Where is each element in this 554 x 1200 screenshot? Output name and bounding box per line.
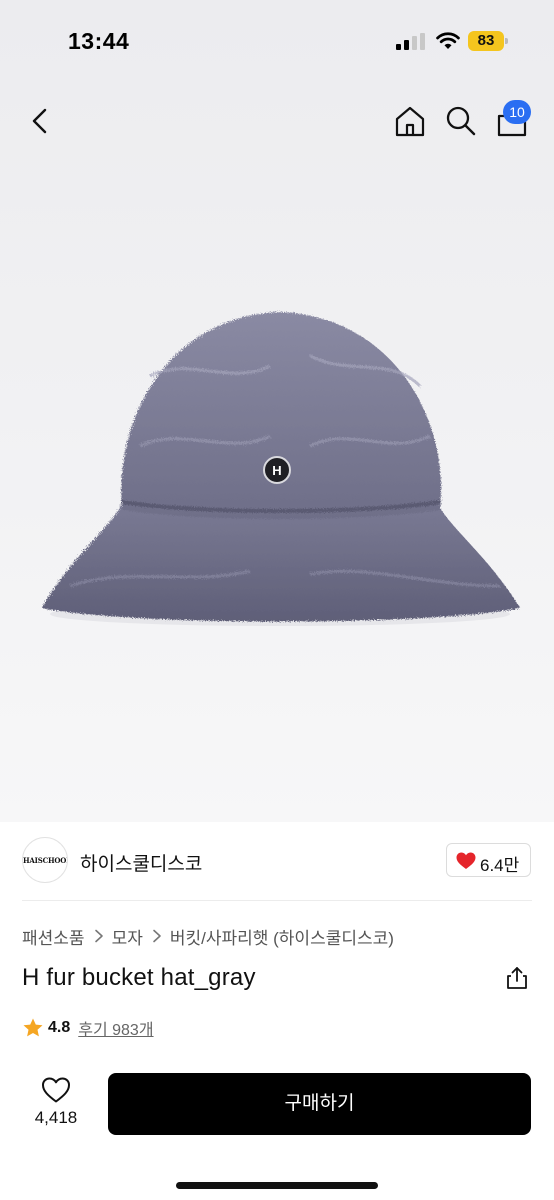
shop-like-count: 6.4만 bbox=[480, 856, 520, 875]
breadcrumb-item[interactable]: 모자 bbox=[112, 924, 143, 949]
chevron-right-icon bbox=[94, 929, 103, 943]
divider bbox=[22, 900, 532, 901]
chevron-left-icon[interactable] bbox=[26, 104, 56, 138]
breadcrumb-item[interactable]: 패션소품 bbox=[22, 924, 85, 949]
reviews-link[interactable]: 후기 983개 bbox=[78, 1016, 153, 1040]
home-icon[interactable] bbox=[392, 104, 428, 138]
shop-name[interactable]: 하이스쿨디스코 bbox=[80, 849, 202, 876]
product-image[interactable]: H bbox=[30, 296, 530, 636]
breadcrumb-item[interactable]: 버킷/사파리햇 (하이스쿨디스코) bbox=[170, 924, 394, 949]
heart-filled-icon bbox=[456, 852, 476, 869]
product-hero: 13:44 83 10 H bbox=[0, 0, 554, 822]
star-icon bbox=[23, 1018, 43, 1037]
wifi-icon bbox=[436, 32, 460, 49]
top-nav bbox=[0, 96, 554, 146]
breadcrumb: 패션소품 모자 버킷/사파리햇 (하이스쿨디스코) bbox=[22, 924, 394, 949]
status-bar: 13:44 83 bbox=[0, 0, 554, 84]
rating-row: 4.8 후기 983개 bbox=[22, 1016, 154, 1040]
hat-logo: H bbox=[272, 463, 281, 478]
search-icon[interactable] bbox=[444, 104, 478, 138]
signal-icon bbox=[396, 33, 425, 50]
cart-badge: 10 bbox=[503, 100, 531, 124]
wishlist-button[interactable]: 4,418 bbox=[26, 1074, 86, 1134]
heart-outline-icon bbox=[42, 1077, 70, 1103]
buy-button[interactable]: 구매하기 bbox=[108, 1073, 531, 1135]
battery-icon: 83 bbox=[468, 31, 508, 51]
status-time: 13:44 bbox=[68, 28, 130, 54]
product-title: H fur bucket hat_gray bbox=[22, 964, 256, 991]
wishlist-count: 4,418 bbox=[34, 1108, 78, 1127]
home-indicator bbox=[176, 1182, 378, 1189]
share-icon[interactable] bbox=[504, 965, 530, 991]
shop-like-button[interactable]: 6.4만 bbox=[446, 843, 531, 877]
shop-logo[interactable]: HAISCHOOLDISCO bbox=[22, 837, 68, 883]
rating-value: 4.8 bbox=[48, 1019, 71, 1036]
chevron-right-icon bbox=[153, 929, 161, 943]
battery-level: 83 bbox=[468, 31, 504, 51]
shop-row: HAISCHOOLDISCO 하이스쿨디스코 6.4만 bbox=[0, 832, 554, 892]
